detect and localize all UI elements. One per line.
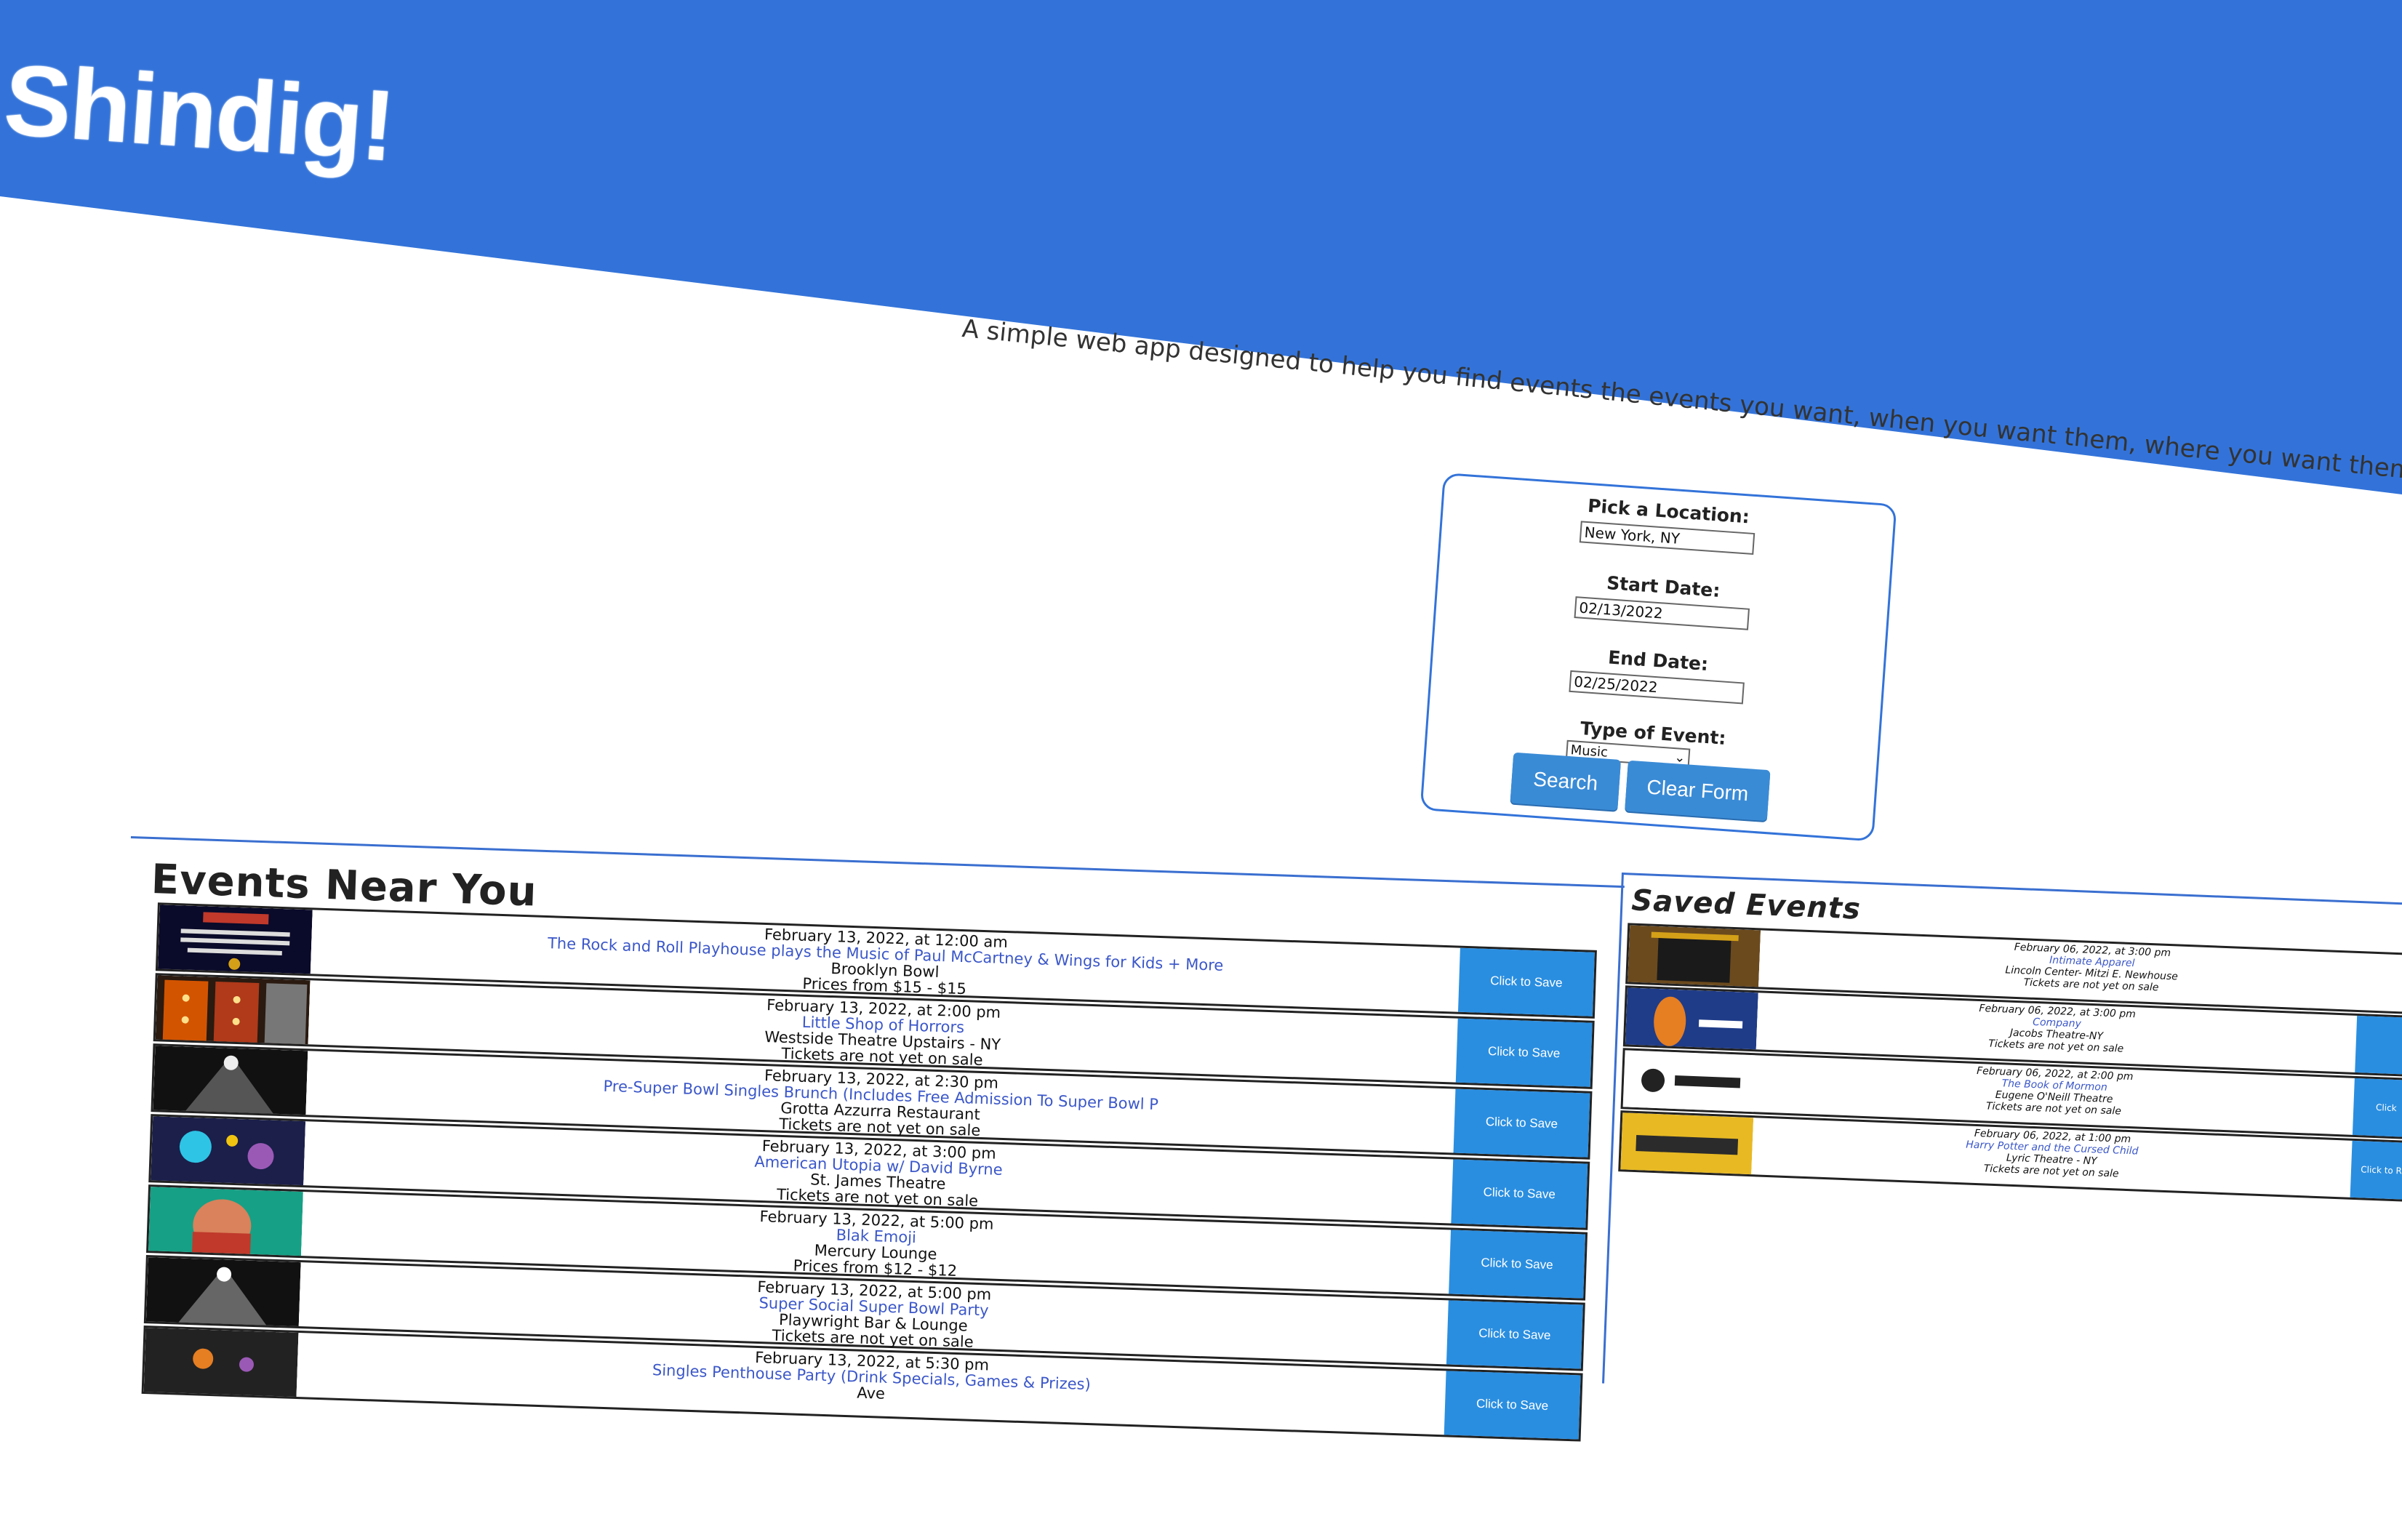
save-event-button[interactable]: Click to Save bbox=[1457, 947, 1595, 1016]
saved-events-list: February 06, 2022, at 3:00 pm Intimate A… bbox=[1618, 923, 2402, 1203]
concert-icon bbox=[145, 1257, 301, 1327]
saved-events-panel: Saved Events February 06, 2022, at 3:00 … bbox=[1602, 873, 2402, 1414]
stage-lights-icon bbox=[151, 1116, 306, 1186]
save-event-button[interactable]: Click to Save bbox=[1444, 1371, 1581, 1440]
search-form: Pick a Location: Start Date: End Date: T… bbox=[1420, 473, 1897, 842]
concert-icon bbox=[153, 1046, 308, 1115]
save-event-button[interactable]: Click to Save bbox=[1453, 1088, 1590, 1158]
save-event-button[interactable]: Click to Save bbox=[1446, 1300, 1583, 1369]
search-button[interactable]: Search bbox=[1510, 752, 1622, 811]
events-near-list: February 13, 2022, at 12:00 am The Rock … bbox=[141, 902, 1597, 1443]
clear-form-button[interactable]: Clear Form bbox=[1625, 760, 1771, 822]
marquee-icon bbox=[155, 975, 311, 1045]
poster-icon bbox=[157, 905, 313, 974]
save-event-button[interactable]: Click to Save bbox=[1455, 1018, 1593, 1087]
saved-events-title: Saved Events bbox=[1630, 883, 1862, 926]
save-event-button[interactable]: Click bbox=[2352, 1078, 2402, 1138]
mormon-logo-icon bbox=[1622, 1050, 1756, 1112]
theatre-icon bbox=[1628, 925, 1761, 987]
events-near-panel: Events Near You February 13, 2022, at 12… bbox=[109, 836, 1625, 1540]
save-event-button[interactable]: Click to Re bbox=[2350, 1140, 2402, 1200]
save-event-button[interactable]: Click to Save bbox=[1451, 1159, 1588, 1228]
harry-potter-logo-icon bbox=[1620, 1112, 1754, 1175]
performer-icon bbox=[148, 1187, 303, 1256]
save-event-button[interactable] bbox=[2355, 1015, 2402, 1075]
save-event-button[interactable]: Click to Save bbox=[1449, 1230, 1585, 1299]
party-icon bbox=[143, 1328, 299, 1397]
company-poster-icon bbox=[1625, 987, 1758, 1050]
